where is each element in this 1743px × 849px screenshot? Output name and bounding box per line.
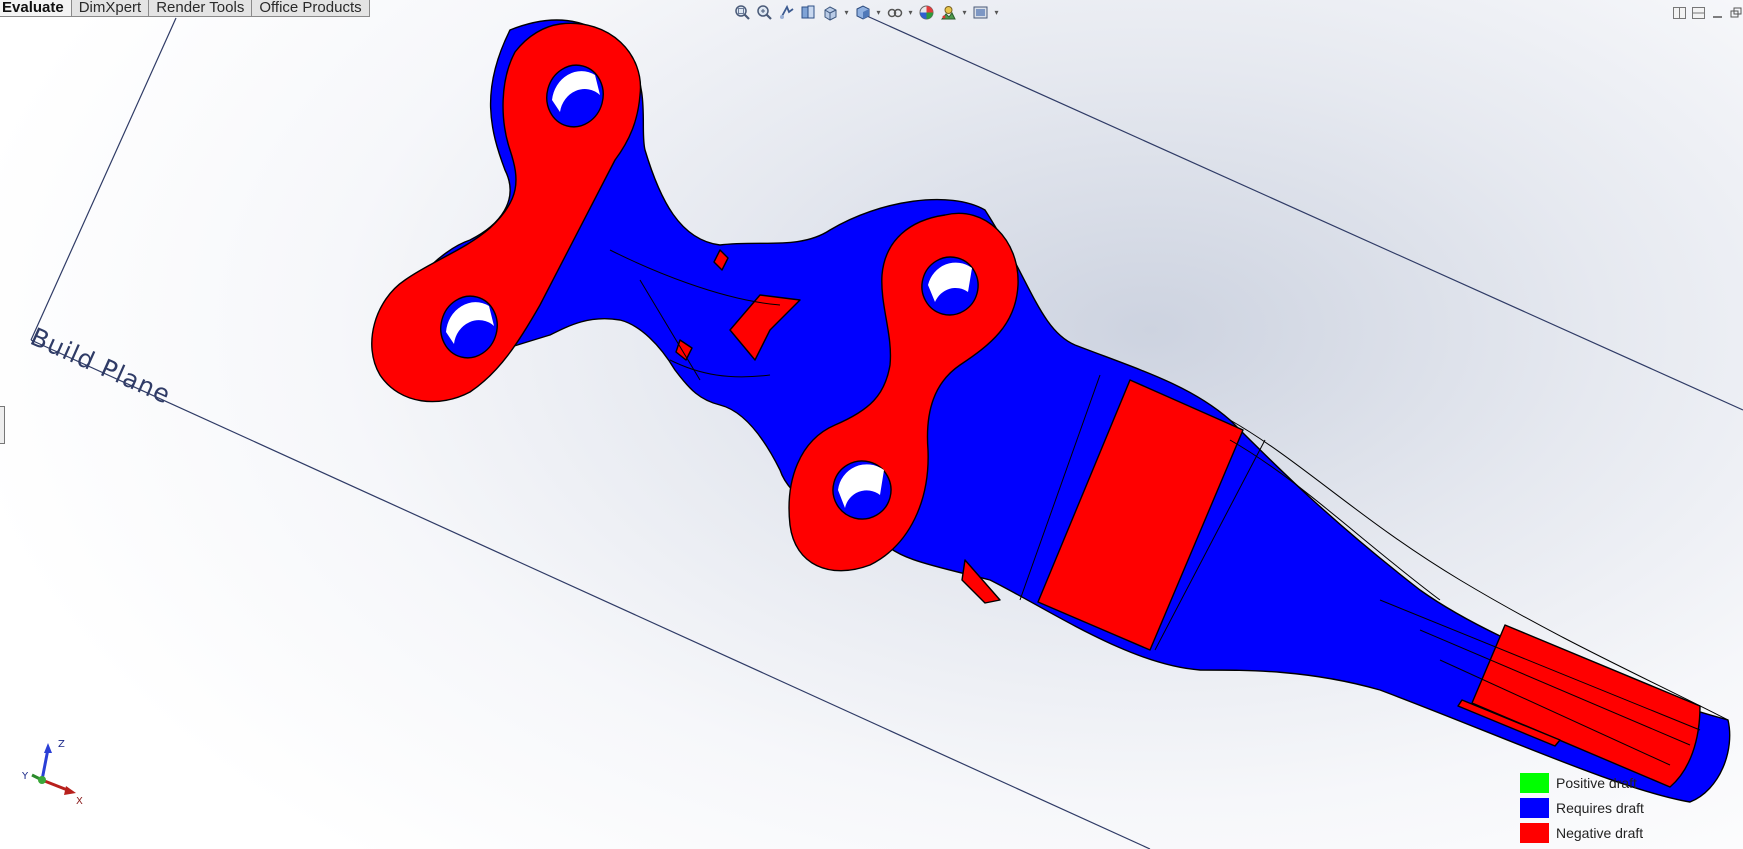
legend-item-requires-draft: Requires draft [1520, 797, 1660, 818]
triad-z-label: Z [58, 739, 65, 750]
legend-item-positive-draft: Positive draft [1520, 772, 1660, 793]
legend-label-requires: Requires draft [1556, 799, 1644, 816]
zoom-to-area-icon[interactable] [755, 3, 774, 22]
legend-item-negative-draft: Negative draft [1520, 822, 1660, 843]
triad-x-label: X [76, 796, 83, 805]
viewport-window-controls [1673, 4, 1743, 19]
tab-evaluate[interactable]: Evaluate [0, 0, 72, 17]
apply-scene-dropdown-icon[interactable]: ▾ [961, 3, 968, 22]
minimize-icon[interactable] [1711, 4, 1724, 18]
tab-dimxpert[interactable]: DimXpert [71, 0, 150, 17]
reference-triad: Z Y X [20, 735, 90, 807]
view-orientation-dropdown-icon[interactable]: ▾ [843, 3, 850, 22]
hide-show-items-icon[interactable] [885, 3, 904, 22]
z-axis-line [40, 748, 50, 781]
draft-analysis-legend: Positive draft Requires draft Negative d… [1520, 772, 1660, 847]
legend-label-negative: Negative draft [1556, 824, 1644, 841]
zoom-to-fit-icon[interactable] [733, 3, 752, 22]
x-axis-arrow [64, 786, 76, 795]
legend-label-positive: Positive draft [1556, 774, 1637, 791]
view-settings-dropdown-icon[interactable]: ▾ [993, 3, 1000, 22]
view-orientation-icon[interactable] [821, 3, 840, 22]
restore-icon[interactable] [1730, 4, 1743, 18]
section-view-icon[interactable] [799, 3, 818, 22]
hide-show-dropdown-icon[interactable]: ▾ [907, 3, 914, 22]
split-horizontal-icon[interactable] [1673, 4, 1686, 19]
legend-swatch-negative [1520, 822, 1549, 843]
command-manager-tabs: Evaluate DimXpert Render Tools Office Pr… [0, 0, 370, 18]
triad-y-label: Y [21, 771, 29, 782]
heads-up-view-toolbar: ▾ ▾ ▾ ▾ ▾ [733, 2, 1000, 22]
legend-swatch-requires [1520, 797, 1549, 818]
display-style-icon[interactable] [853, 3, 872, 22]
graphics-viewport[interactable]: Evaluate DimXpert Render Tools Office Pr… [0, 0, 1743, 849]
tab-render-tools[interactable]: Render Tools [149, 0, 253, 17]
split-vertical-icon[interactable] [1692, 4, 1705, 19]
edit-appearance-icon[interactable] [917, 3, 936, 22]
view-settings-icon[interactable] [971, 3, 990, 22]
triad-origin [38, 776, 46, 784]
legend-swatch-positive [1520, 772, 1549, 793]
draft-analysis-model-view[interactable] [0, 0, 1743, 849]
previous-view-icon[interactable] [777, 3, 796, 22]
part-model [371, 19, 1731, 803]
apply-scene-icon[interactable] [939, 3, 958, 22]
z-axis-arrow [44, 743, 52, 753]
tab-office-products[interactable]: Office Products [252, 0, 370, 17]
display-style-dropdown-icon[interactable]: ▾ [875, 3, 882, 22]
